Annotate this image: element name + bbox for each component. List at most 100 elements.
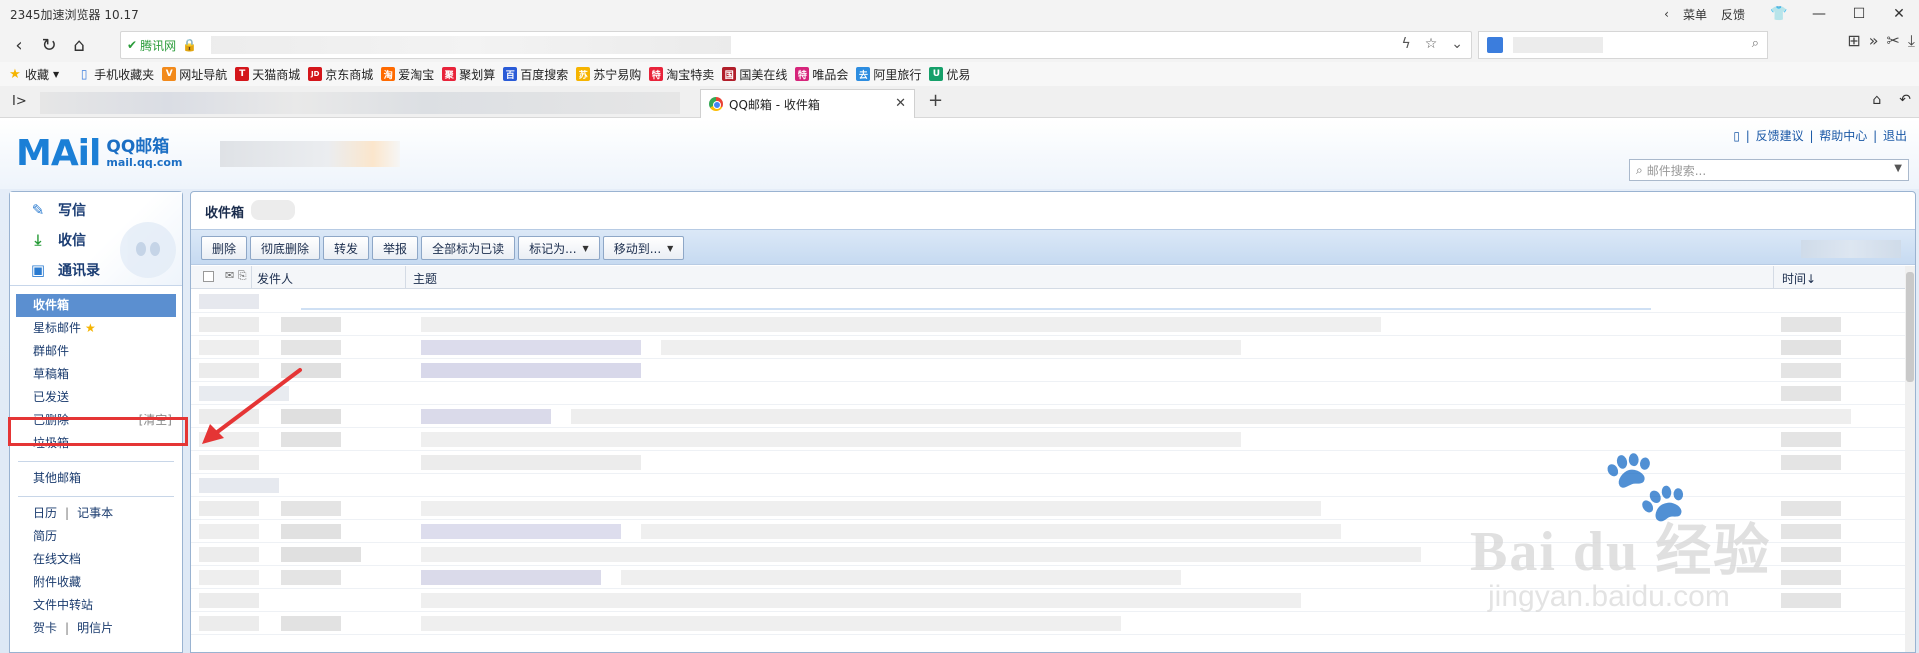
new-tab-icon[interactable]: + [928, 90, 943, 111]
bookmark-suning[interactable]: 苏苏宁易购 [576, 66, 641, 83]
folder-starred[interactable]: 星标邮件 ★ [10, 317, 182, 340]
tab-qqmail[interactable]: QQ邮箱 - 收件箱 ✕ [700, 89, 915, 118]
chevron-down-icon: ▼ [582, 243, 589, 253]
bookmark-baidu[interactable]: 百百度搜索 [503, 66, 568, 83]
close-window-button[interactable]: ✕ [1879, 0, 1919, 28]
cards-row: 贺卡 | 明信片 [33, 621, 114, 635]
select-all-checkbox[interactable] [203, 271, 214, 282]
bookmark-gome[interactable]: 国国美在线 [722, 66, 787, 83]
sidebar-toggle-icon[interactable]: I> [12, 94, 27, 109]
folder-other-mailboxes[interactable]: 其他邮箱 [10, 467, 182, 490]
lock-icon: 🔒 [182, 38, 198, 52]
refresh-icon[interactable]: ↻ [34, 30, 64, 60]
bookmark-youyi[interactable]: U 优易 [929, 66, 970, 83]
notes-link[interactable]: 记事本 [77, 506, 113, 520]
greeting-cards-link[interactable]: 贺卡 [33, 621, 57, 635]
bookmark-nav[interactable]: V 网址导航 [162, 66, 227, 83]
menu-back-icon[interactable]: ‹ [1664, 7, 1669, 21]
divider [18, 461, 174, 462]
envelope-attachment-icon: ✉ ⎘ [225, 269, 247, 282]
phone-icon[interactable]: ▯ [1733, 129, 1740, 143]
double-chevron-icon[interactable]: » [1869, 31, 1879, 51]
resume-link[interactable]: 简历 [10, 525, 182, 548]
chevron-down-icon[interactable]: ⌄ [1451, 36, 1463, 52]
folder-inbox[interactable]: 收件箱 [16, 294, 176, 317]
qqmail-logo[interactable]: MAil QQ邮箱 mail.qq.com [16, 133, 182, 174]
receive-button[interactable]: ⤓ 收信 [28, 230, 86, 250]
scissors-icon[interactable]: ✂ [1887, 31, 1900, 51]
column-subject[interactable]: 主题 [413, 270, 437, 287]
folder-sent[interactable]: 已发送 [10, 386, 182, 409]
browser-feedback-button[interactable]: 反馈 [1721, 6, 1745, 23]
toolbox-icon[interactable]: ⌂ [1872, 92, 1881, 108]
table-row[interactable] [191, 382, 1915, 405]
url-input[interactable]: ✔ 腾讯网 🔒 ϟ ☆ ⌄ [120, 31, 1472, 59]
bookmark-jd[interactable]: JD 京东商城 [308, 66, 373, 83]
lightning-icon[interactable]: ϟ [1401, 36, 1410, 52]
help-center-link[interactable]: 帮助中心 [1819, 129, 1867, 143]
chevron-down-icon[interactable]: ▼ [1894, 163, 1902, 174]
calendar-link[interactable]: 日历 [33, 506, 57, 520]
table-row[interactable] [191, 290, 1915, 313]
minimize-button[interactable]: — [1799, 0, 1839, 28]
bookmark-label: 网址导航 [179, 67, 228, 82]
download-icon[interactable]: ⤓ [1908, 31, 1915, 51]
bookmark-tmall[interactable]: T 天猫商城 [235, 66, 300, 83]
bookmark-alitrip[interactable]: 去阿里旅行 [856, 66, 921, 83]
bookmark-favorites[interactable]: ★ 收藏 ▼ [8, 66, 59, 83]
feedback-link[interactable]: 反馈建议 [1756, 129, 1804, 143]
bookmark-label: 阿里旅行 [873, 67, 922, 82]
bookmark-aitaobao[interactable]: 淘爱淘宝 [381, 66, 434, 83]
star-icon[interactable]: ☆ [1425, 36, 1438, 52]
bookmark-juhuasuan[interactable]: 聚聚划算 [442, 66, 495, 83]
report-button[interactable]: 举报 [372, 236, 419, 260]
move-to-dropdown[interactable]: 移动到... ▼ [602, 236, 685, 260]
logout-link[interactable]: 退出 [1883, 129, 1907, 143]
table-row[interactable] [191, 313, 1915, 336]
mail-page: MAil QQ邮箱 mail.qq.com ▯ | 反馈建议 | 帮助中心 | … [0, 119, 1919, 653]
mark-all-read-button[interactable]: 全部标为已读 [421, 236, 516, 260]
baidu-watermark: 🐾 Bai du 经验 jingyan.baidu.com [1470, 444, 1790, 614]
delete-permanently-button[interactable]: 彻底删除 [250, 236, 321, 260]
browser-titlebar: 2345加速浏览器 10.17 ‹ 菜单 反馈 👕 — ☐ ✕ [0, 0, 1919, 28]
search-icon[interactable]: ⌕ [1752, 36, 1759, 51]
table-row[interactable] [191, 612, 1915, 635]
table-row[interactable] [191, 336, 1915, 359]
undo-icon[interactable]: ↶ [1899, 92, 1911, 108]
back-icon[interactable]: ‹ [4, 30, 34, 60]
maximize-button[interactable]: ☐ [1839, 0, 1879, 28]
compose-button[interactable]: ✎ 写信 [28, 200, 86, 220]
folder-drafts[interactable]: 草稿箱 [10, 363, 182, 386]
pencil-icon: ✎ [31, 201, 45, 219]
mark-as-dropdown[interactable]: 标记为... ▼ [518, 236, 600, 260]
attachments-link[interactable]: 附件收藏 [10, 571, 182, 594]
browser-menu-button[interactable]: 菜单 [1683, 6, 1707, 23]
penguin-decoration [120, 222, 176, 278]
bookmark-mobile[interactable]: ▯ 手机收藏夹 [77, 66, 154, 83]
table-row[interactable] [191, 405, 1915, 428]
bookmark-vip[interactable]: 特唯品会 [795, 66, 848, 83]
postcards-link[interactable]: 明信片 [77, 621, 113, 635]
column-time[interactable]: 时间↓ [1782, 270, 1816, 287]
mail-toolbar: 删除 彻底删除 转发 举报 全部标为已读 标记为... ▼ 移动到... ▼ [191, 229, 1915, 265]
folder-list: 收件箱 星标邮件 ★ 群邮件 草稿箱 已发送 已删除 [清空] 垃圾箱 其他邮箱 日… [10, 294, 182, 640]
column-sender[interactable]: 发件人 [257, 270, 293, 287]
highlight-box [8, 417, 188, 446]
contacts-button[interactable]: ▣ 通讯录 [28, 260, 100, 280]
home-icon[interactable]: ⌂ [64, 30, 94, 60]
file-transfer-link[interactable]: 文件中转站 [10, 594, 182, 617]
scrollbar[interactable] [1905, 266, 1915, 652]
table-row[interactable] [191, 359, 1915, 382]
close-tab-icon[interactable]: ✕ [895, 96, 906, 111]
folder-group[interactable]: 群邮件 [10, 340, 182, 363]
delete-button[interactable]: 删除 [201, 236, 248, 260]
scrollbar-thumb[interactable] [1906, 272, 1914, 382]
forward-button[interactable]: 转发 [323, 236, 370, 260]
online-docs-link[interactable]: 在线文档 [10, 548, 182, 571]
browser-search-input[interactable]: ⌕ [1478, 31, 1768, 59]
bookmark-taobao-sale[interactable]: 特淘宝特卖 [649, 66, 714, 83]
search-engine-icon[interactable] [1487, 37, 1503, 53]
skin-icon[interactable]: 👕 [1759, 0, 1799, 28]
apps-grid-icon[interactable]: ⊞ [1847, 31, 1860, 51]
mail-search-input[interactable]: ⌕ 邮件搜索... ▼ [1629, 159, 1909, 181]
